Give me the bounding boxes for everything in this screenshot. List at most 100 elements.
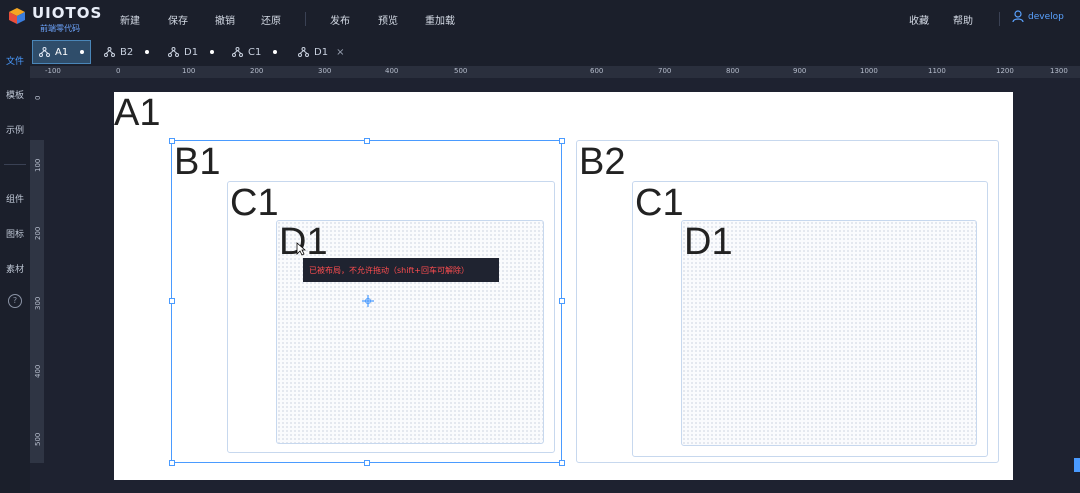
tree-icon: [298, 47, 309, 57]
resize-handle[interactable]: [364, 138, 370, 144]
container-label-c1-left: C1: [230, 182, 279, 224]
sidebar-item-file[interactable]: 文件: [0, 54, 30, 67]
ruler-tick: 200: [250, 67, 264, 75]
ruler-tick: 1200: [996, 67, 1014, 75]
ruler-tick: 1000: [860, 67, 878, 75]
user-icon: [1012, 10, 1024, 23]
sidebar-divider: [4, 164, 26, 165]
resize-handle[interactable]: [169, 138, 175, 144]
ruler-tick: 400: [385, 67, 399, 75]
container-label-b1: B1: [174, 141, 221, 183]
move-cursor-icon: [362, 295, 374, 307]
sidebar-item-icon[interactable]: 图标: [0, 227, 30, 240]
user-name[interactable]: develop: [1028, 12, 1064, 22]
ruler-tick: 300: [34, 296, 42, 310]
menu-new[interactable]: 新建: [120, 0, 140, 38]
menu-publish[interactable]: 发布: [330, 0, 350, 38]
tab-d1-second[interactable]: D1 ×: [292, 40, 350, 64]
logo: UIOTOS 前端零代码: [8, 4, 103, 34]
tree-icon: [39, 47, 50, 57]
ruler-tick: 100: [34, 158, 42, 172]
container-label-b2: B2: [579, 141, 626, 183]
drag-blocked-tooltip: 已被布局，不允许拖动（shift+回车可解除）: [303, 258, 499, 282]
tab-label[interactable]: D1: [314, 47, 328, 58]
design-canvas[interactable]: A1 B1 C1 D1 B2 C1 D1: [114, 92, 1013, 480]
tree-icon: [232, 47, 243, 57]
container-c1-left[interactable]: C1 D1: [227, 181, 555, 453]
menu-reload[interactable]: 重加载: [425, 0, 455, 38]
menu-favorite[interactable]: 收藏: [909, 0, 929, 38]
menu-help[interactable]: 帮助: [953, 0, 973, 38]
unsaved-dot-icon: [210, 50, 215, 54]
resize-handle[interactable]: [559, 460, 565, 466]
menu-preview[interactable]: 预览: [378, 0, 398, 38]
menu-undo[interactable]: 撤销: [215, 0, 235, 38]
sidebar-item-template[interactable]: 模板: [0, 88, 30, 101]
ruler-tick: 100: [182, 67, 196, 75]
top-bar: UIOTOS 前端零代码 新建 保存 撤销 还原 发布 预览 重加载 收藏 帮助…: [0, 0, 1080, 38]
tree-icon: [168, 47, 179, 57]
mouse-pointer-icon: [296, 242, 306, 256]
ruler-tick: 500: [34, 432, 42, 446]
container-d1-left[interactable]: D1: [276, 220, 544, 444]
sidebar-item-component[interactable]: 组件: [0, 192, 30, 205]
horizontal-ruler: -100 0 100 200 300 400 500 600 700 800 9…: [30, 66, 1080, 78]
tab-bar: A1 B2 D1 C1 D1 ×: [0, 38, 1080, 66]
container-label-d1-right: D1: [684, 221, 733, 263]
tab-label[interactable]: D1: [184, 47, 198, 58]
resize-handle[interactable]: [559, 298, 565, 304]
ruler-tick: 0: [34, 95, 42, 100]
menu-divider: [305, 12, 306, 26]
tab-b2[interactable]: B2: [98, 40, 155, 64]
container-label-a1: A1: [114, 92, 161, 134]
ruler-tick: 900: [793, 67, 807, 75]
user-menu[interactable]: develop: [1012, 10, 1064, 23]
menu-new-label[interactable]: 新建: [120, 12, 140, 27]
logo-cube-icon: [9, 8, 25, 24]
logo-text: UIOTOS: [32, 4, 103, 22]
menu-redo-label[interactable]: 还原: [261, 12, 281, 27]
ruler-tick: -100: [45, 67, 61, 75]
menu-save-label[interactable]: 保存: [168, 12, 188, 27]
tab-a1[interactable]: A1: [32, 40, 92, 64]
tab-c1[interactable]: C1: [226, 40, 283, 64]
sidebar-item-example[interactable]: 示例: [0, 123, 30, 136]
menu-redo[interactable]: 还原: [261, 0, 281, 38]
tooltip-text: 已被布局，不允许拖动（shift+回车可解除）: [309, 265, 469, 275]
container-b2[interactable]: B2 C1 D1: [576, 140, 999, 463]
resize-handle[interactable]: [169, 298, 175, 304]
tab-label[interactable]: C1: [248, 47, 261, 58]
help-icon[interactable]: ?: [8, 294, 22, 308]
unsaved-dot-icon: [145, 50, 150, 54]
tab-label[interactable]: B2: [120, 47, 133, 58]
menu-undo-label[interactable]: 撤销: [215, 12, 235, 27]
ruler-tick: 200: [34, 226, 42, 240]
ruler-tick: 400: [34, 364, 42, 378]
unsaved-dot-icon: [80, 50, 85, 54]
ruler-tick: 1100: [928, 67, 946, 75]
ruler-tick: 300: [318, 67, 332, 75]
tab-d1[interactable]: D1: [162, 40, 220, 64]
tab-label[interactable]: A1: [55, 47, 68, 58]
close-icon[interactable]: ×: [336, 47, 344, 58]
ruler-tick: 800: [726, 67, 740, 75]
resize-handle[interactable]: [364, 460, 370, 466]
sidebar-item-material[interactable]: 素材: [0, 262, 30, 275]
menu-preview-label[interactable]: 预览: [378, 12, 398, 27]
ruler-tick: 0: [116, 67, 121, 75]
tree-icon: [104, 47, 115, 57]
menu-divider-right: [999, 12, 1000, 26]
menu-reload-label[interactable]: 重加载: [425, 12, 455, 27]
container-c1-right[interactable]: C1 D1: [632, 181, 988, 457]
resize-handle[interactable]: [559, 138, 565, 144]
container-label-c1-right: C1: [635, 182, 684, 224]
menu-publish-label[interactable]: 发布: [330, 12, 350, 27]
scrollbar-thumb[interactable]: [1074, 458, 1080, 472]
container-d1-right[interactable]: D1: [681, 220, 977, 446]
resize-handle[interactable]: [169, 460, 175, 466]
menu-favorite-label[interactable]: 收藏: [909, 12, 929, 27]
menu-save[interactable]: 保存: [168, 0, 188, 38]
menu-help-label[interactable]: 帮助: [953, 12, 973, 27]
ruler-tick: 600: [590, 67, 604, 75]
logo-subtitle: 前端零代码: [40, 24, 80, 33]
